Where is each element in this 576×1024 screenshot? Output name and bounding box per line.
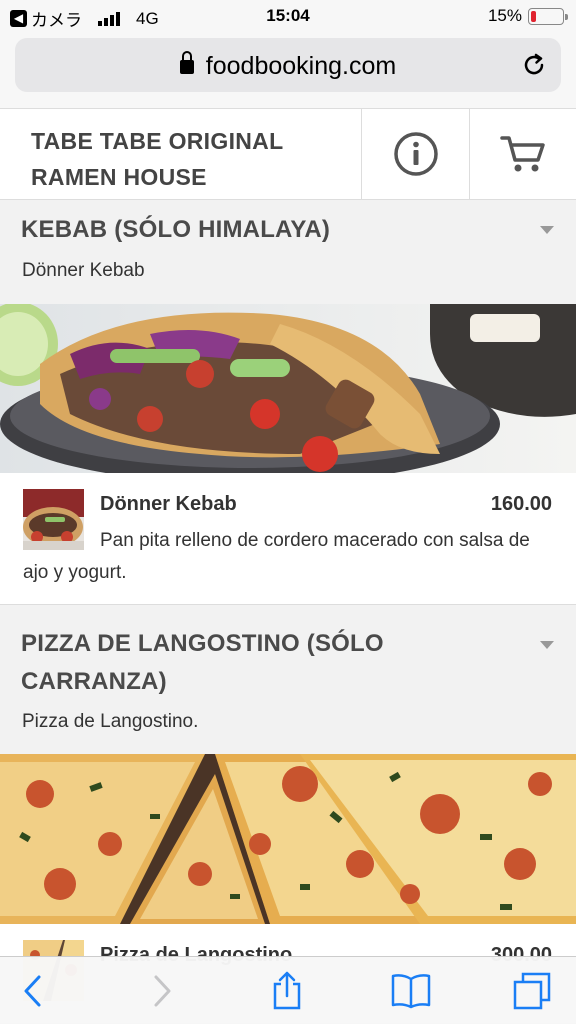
browser-toolbar	[0, 956, 576, 1024]
kebab-banner-image	[0, 304, 576, 473]
book-icon	[391, 974, 431, 1009]
restaurant-name: TABE TABE ORIGINAL RAMEN HOUSE	[31, 128, 284, 190]
menu-item[interactable]: Dönner Kebab 160.00 Pan pita relleno de …	[0, 473, 576, 605]
status-bar: ◀ カメラ 4G 15:04 15%	[0, 0, 576, 32]
battery-percent: 15%	[487, 6, 522, 25]
cart-button[interactable]	[469, 109, 576, 199]
share-icon	[273, 971, 301, 1010]
tabs-button[interactable]	[512, 971, 552, 1011]
battery-icon	[528, 7, 568, 25]
pizza-banner-image	[0, 754, 576, 924]
share-button[interactable]	[267, 971, 307, 1011]
back-button[interactable]	[13, 971, 53, 1011]
lock-icon	[179, 51, 194, 74]
chevron-down-icon[interactable]	[540, 226, 554, 234]
item-name: Dönner Kebab	[100, 493, 237, 515]
battery-level	[531, 10, 536, 22]
bookmarks-button[interactable]	[389, 971, 433, 1011]
item-description: Pan pita relleno de cordero macerado con…	[23, 530, 530, 583]
category-kebab[interactable]: KEBAB (SÓLO HIMALAYA) Dönner Kebab	[0, 200, 576, 304]
cart-icon	[500, 136, 545, 172]
category-description: Pizza de Langostino.	[22, 711, 199, 732]
reload-icon[interactable]	[519, 50, 549, 80]
forward-button[interactable]	[142, 971, 182, 1011]
tabs-icon	[513, 972, 551, 1010]
url-text: foodbooking.com	[205, 52, 397, 80]
info-button[interactable]	[361, 109, 469, 199]
chevron-right-icon	[154, 975, 171, 1007]
category-pizza[interactable]: PIZZA DE LANGOSTINO (SÓLO CARRANZA) Pizz…	[0, 605, 576, 754]
restaurant-header: TABE TABE ORIGINAL RAMEN HOUSE	[0, 108, 576, 200]
category-title: PIZZA DE LANGOSTINO (SÓLO CARRANZA)	[21, 630, 384, 695]
info-icon	[393, 132, 438, 176]
item-price: 160.00	[490, 493, 552, 515]
address-bar[interactable]: foodbooking.com	[15, 38, 561, 92]
category-description: Dönner Kebab	[22, 260, 145, 281]
category-title: KEBAB (SÓLO HIMALAYA)	[21, 216, 331, 243]
chevron-left-icon	[24, 975, 41, 1007]
browser-chrome: foodbooking.com	[0, 32, 576, 108]
chevron-down-icon[interactable]	[540, 641, 554, 649]
